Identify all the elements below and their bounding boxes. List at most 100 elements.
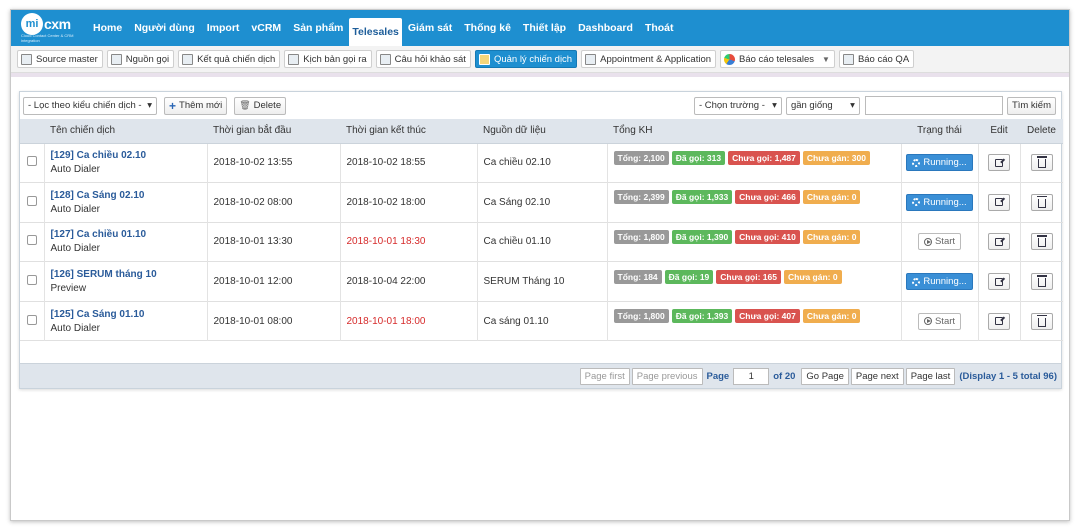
called-badge: Đã gọi: 313: [671, 150, 726, 165]
display-summary: (Display 1 - 5 total 96): [959, 370, 1057, 382]
app-window: mi cxm Cloud Contact Center & CRM integr…: [10, 9, 1070, 521]
nav-vcrm[interactable]: vCRM: [245, 10, 287, 46]
logo[interactable]: mi cxm Cloud Contact Center & CRM integr…: [11, 10, 87, 46]
go-page-button[interactable]: Go Page: [801, 367, 849, 385]
delete-cell: [1020, 262, 1063, 302]
page-next-button[interactable]: Page next: [850, 367, 904, 385]
header-total-customers[interactable]: Tổng KH: [607, 119, 901, 144]
row-delete-button[interactable]: [1030, 193, 1053, 211]
spinner-icon: [912, 158, 921, 167]
campaign-cell: [129] Ca chiều 02.10 Auto Dialer: [44, 143, 208, 183]
nav-home[interactable]: Home: [87, 10, 128, 46]
totals-cell: Tổng: 1,800 Đã gọi: 1,393 Chưa gọi: 407 Chư…: [607, 301, 902, 341]
spinner-icon: [912, 277, 921, 286]
subnav-survey-questions[interactable]: Câu hỏi khảo sát: [375, 50, 471, 68]
row-checkbox[interactable]: [26, 314, 37, 325]
called-badge: Đã gọi: 19: [664, 269, 714, 284]
delete-button[interactable]: 🗑 Delete: [234, 96, 287, 115]
row-delete-button[interactable]: [1030, 154, 1053, 172]
campaign-name-link[interactable]: [129] Ca chiều 02.10: [51, 150, 207, 161]
running-button[interactable]: Running...: [906, 273, 973, 291]
nav-import[interactable]: Import: [201, 10, 246, 46]
row-checkbox[interactable]: [26, 275, 37, 286]
campaign-name-link[interactable]: [127] Ca chiều 01.10: [51, 229, 207, 240]
header-data-source[interactable]: Nguồn dữ liệu: [477, 119, 607, 144]
document-icon: [585, 53, 597, 65]
campaign-panel: - Lọc theo kiểu chiến dịch - ▾ + Thêm mới …: [19, 91, 1063, 389]
row-checkbox[interactable]: [26, 156, 37, 167]
nav-telesales[interactable]: Telesales: [349, 18, 402, 46]
edit-cell: [978, 301, 1021, 341]
nav-statistics[interactable]: Thống kê: [458, 10, 517, 46]
row-checkbox[interactable]: [26, 195, 37, 206]
logo-mark: mi: [21, 13, 43, 35]
unassigned-badge: Chưa gán: 0: [802, 229, 861, 244]
subnav-source-master[interactable]: Source master: [17, 50, 103, 68]
header-status[interactable]: Trạng thái: [901, 119, 978, 144]
header-start-time[interactable]: Thời gian bắt đầu: [207, 119, 340, 144]
subnav-qa-report[interactable]: Báo cáo QA: [838, 50, 915, 68]
nav-logout[interactable]: Thoát: [639, 10, 680, 46]
page-last-button[interactable]: Page last: [905, 367, 956, 385]
edit-button[interactable]: [988, 312, 1010, 330]
search-input[interactable]: [864, 96, 1003, 115]
nav-products[interactable]: Sản phẩm: [287, 10, 349, 46]
add-new-button[interactable]: + Thêm mới: [164, 96, 228, 115]
nav-settings[interactable]: Thiết lập: [517, 10, 572, 46]
table-row: [127] Ca chiều 01.10 Auto Dialer 2018-10-0…: [20, 222, 1063, 262]
edit-button[interactable]: [988, 193, 1010, 211]
page-number-input[interactable]: 1: [733, 367, 770, 385]
called-badge: Đã gọi: 1,933: [671, 190, 733, 205]
row-delete-button[interactable]: [1030, 273, 1053, 291]
called-badge: Đã gọi: 1,390: [671, 229, 733, 244]
nav-monitor[interactable]: Giám sát: [402, 10, 458, 46]
end-time: 2018-10-02 18:00: [340, 182, 478, 223]
row-delete-button[interactable]: [1030, 312, 1053, 330]
header-campaign-name[interactable]: Tên chiến dịch: [44, 119, 207, 144]
total-badge: Tổng: 2,100: [613, 150, 669, 165]
status-label: Running...: [923, 276, 967, 288]
start-button[interactable]: Start: [917, 233, 962, 251]
subnav-call-source[interactable]: Nguồn gọi: [106, 50, 175, 68]
end-time: 2018-10-04 22:00: [340, 261, 478, 302]
status-cell: Running...: [901, 182, 979, 223]
search-button[interactable]: Tìm kiếm: [1006, 96, 1056, 115]
campaign-type-filter[interactable]: - Lọc theo kiểu chiến dịch - ▾: [23, 96, 157, 115]
subnav-call-script[interactable]: Kịch bản gọi ra: [284, 50, 372, 68]
running-button[interactable]: Running...: [906, 154, 973, 172]
nav-users[interactable]: Người dùng: [128, 10, 201, 46]
header-delete: Delete: [1020, 119, 1063, 144]
edit-button[interactable]: [988, 154, 1010, 172]
subnav-label: Báo cáo telesales: [739, 53, 815, 65]
nav-dashboard[interactable]: Dashboard: [572, 10, 639, 46]
page-previous-button[interactable]: Page previous: [631, 367, 703, 385]
campaign-table: Tên chiến dịch Thời gian bắt đầu Thời gi…: [20, 119, 1063, 341]
subnav-telesales-report[interactable]: Báo cáo telesales ▼: [720, 50, 835, 68]
field-select[interactable]: - Chọn trường - ▾: [693, 96, 782, 115]
row-checkbox[interactable]: [26, 235, 37, 246]
page-label: Page: [706, 370, 730, 382]
campaign-name-link[interactable]: [126] SERUM tháng 10: [51, 269, 207, 280]
subnav-appointment[interactable]: Appointment & Application: [581, 50, 717, 68]
page-first-button[interactable]: Page first: [579, 367, 630, 385]
edit-button[interactable]: [988, 273, 1010, 291]
operator-select[interactable]: gần giống ▾: [785, 96, 860, 115]
chevron-down-icon: ▼: [822, 54, 830, 64]
subnav-campaign-results[interactable]: Kết quả chiến dịch: [178, 50, 281, 68]
campaign-name-link[interactable]: [128] Ca Sáng 02.10: [51, 190, 207, 201]
list-icon: [110, 53, 122, 65]
divider: [11, 73, 1069, 77]
table-header: Tên chiến dịch Thời gian bắt đầu Thời gi…: [20, 119, 1063, 144]
status-label: Start: [934, 315, 956, 327]
subnav-label: Nguồn gọi: [125, 53, 170, 65]
start-button[interactable]: Start: [917, 312, 962, 330]
row-delete-button[interactable]: [1030, 233, 1053, 251]
edit-icon: [995, 237, 1003, 246]
running-button[interactable]: Running...: [906, 193, 973, 211]
campaign-name-link[interactable]: [125] Ca Sáng 01.10: [51, 309, 207, 320]
header-end-time[interactable]: Thời gian kết thúc: [340, 119, 477, 144]
edit-button[interactable]: [988, 233, 1010, 251]
trash-icon: [1036, 275, 1047, 288]
subnav-campaign-management[interactable]: Quản lý chiến dịch: [474, 50, 578, 68]
sub-navigation: Source master Nguồn gọi Kết quả chiến dị…: [11, 46, 1069, 73]
